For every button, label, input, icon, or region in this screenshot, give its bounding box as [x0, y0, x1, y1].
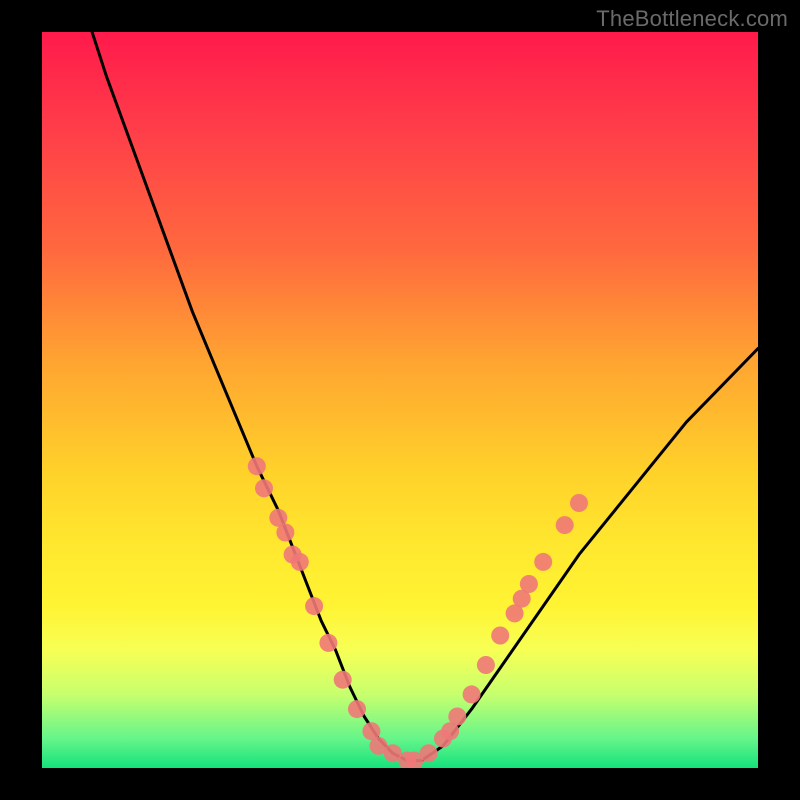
data-point-marker	[348, 700, 366, 718]
data-point-marker	[255, 479, 273, 497]
data-point-marker	[570, 494, 588, 512]
data-point-marker	[291, 553, 309, 571]
attribution-label: TheBottleneck.com	[596, 6, 788, 32]
data-point-marker	[334, 671, 352, 689]
data-point-marker	[248, 457, 266, 475]
data-point-marker	[491, 627, 509, 645]
data-point-marker	[520, 575, 538, 593]
chart-frame: TheBottleneck.com	[0, 0, 800, 800]
data-point-marker	[534, 553, 552, 571]
data-point-marker	[448, 708, 466, 726]
bottleneck-curve	[92, 32, 758, 761]
data-point-marker	[305, 597, 323, 615]
data-point-marker	[319, 634, 337, 652]
data-point-marker	[556, 516, 574, 534]
data-point-marker	[477, 656, 495, 674]
data-point-marker	[276, 524, 294, 542]
data-point-marker	[463, 685, 481, 703]
data-point-marker	[420, 744, 438, 762]
chart-svg	[42, 32, 758, 768]
plot-area	[42, 32, 758, 768]
